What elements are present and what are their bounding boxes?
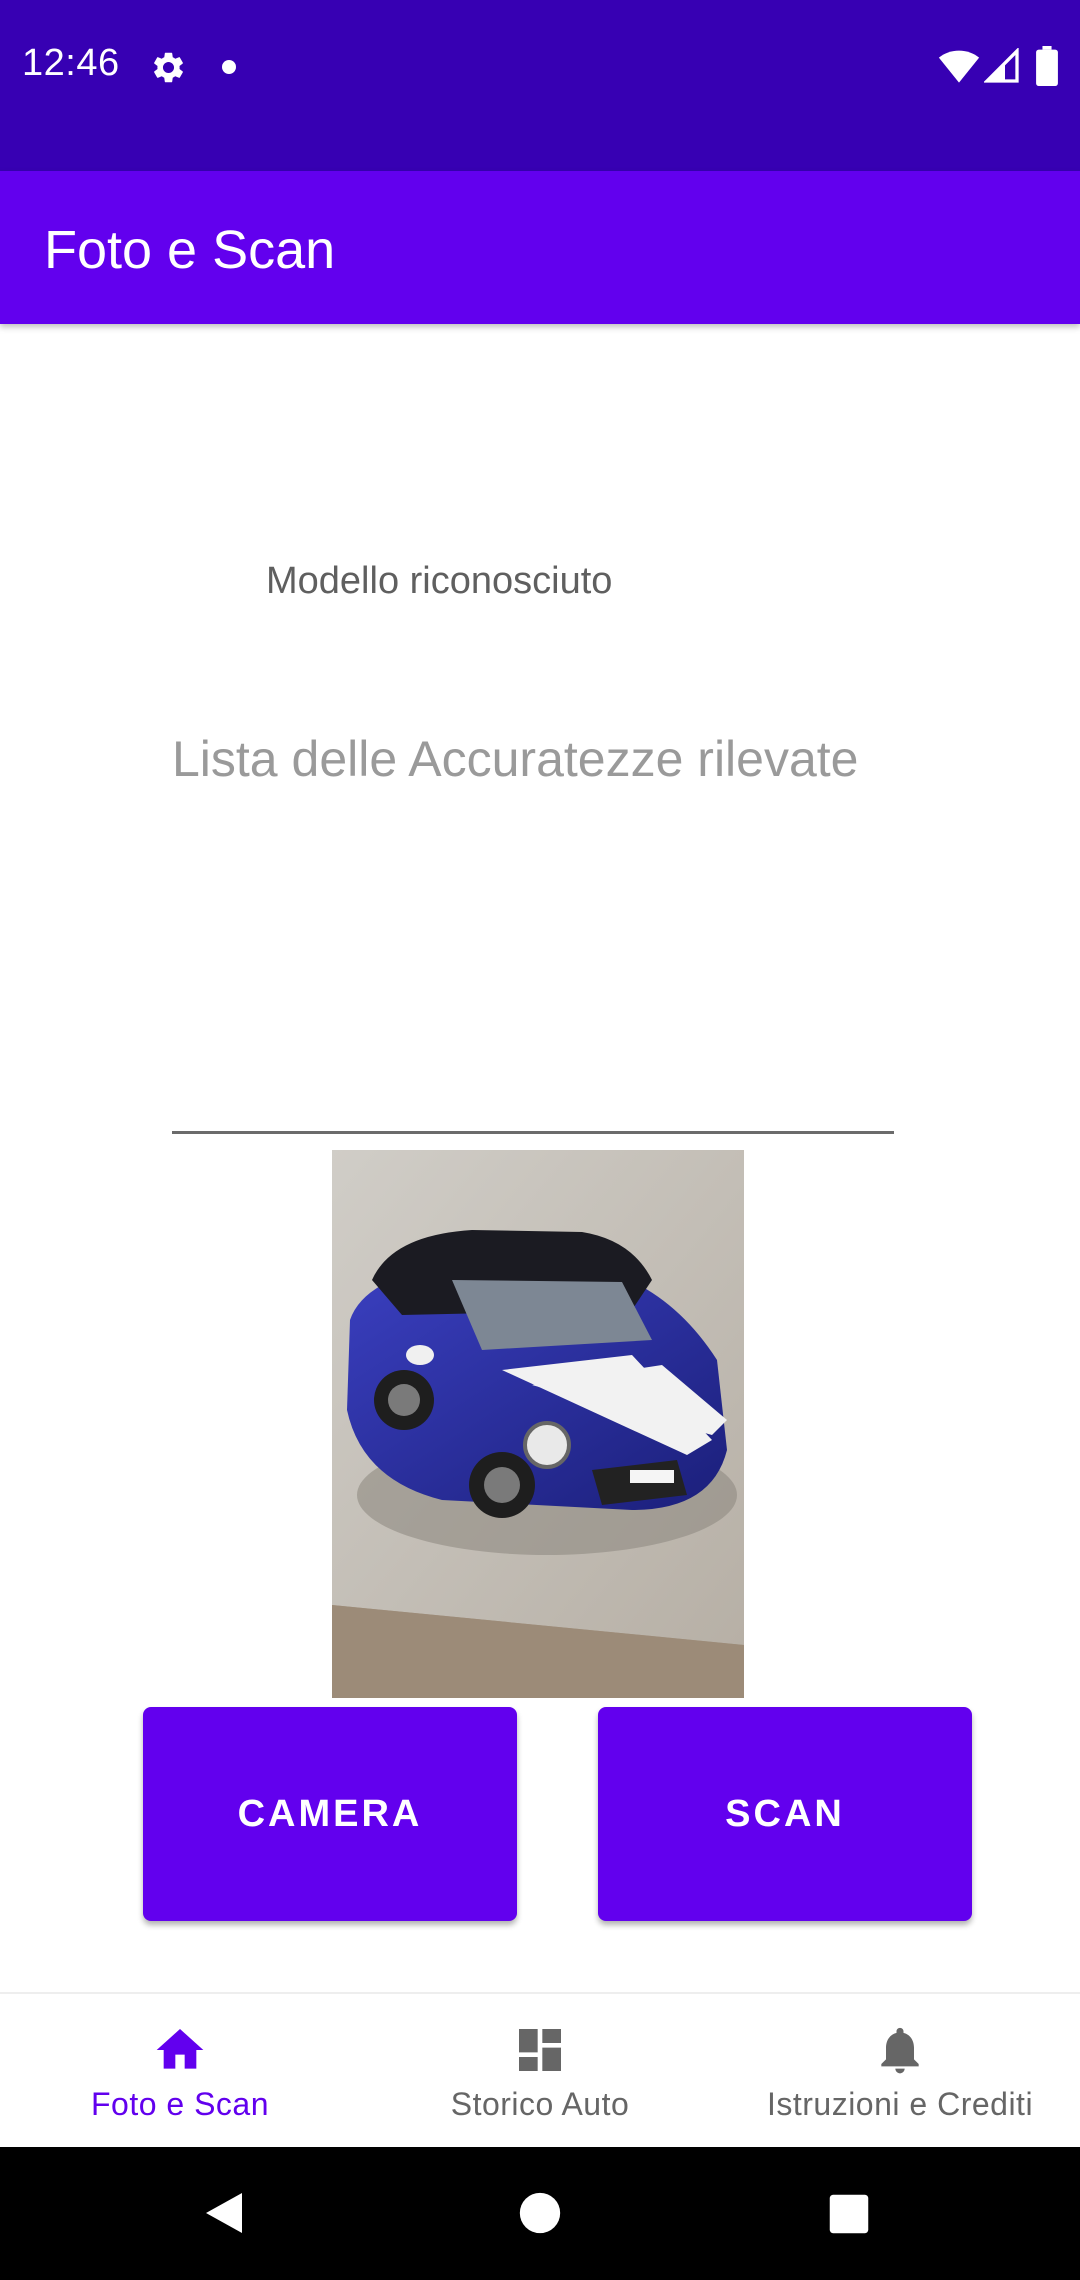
gear-icon: [154, 52, 183, 83]
home-circle-icon[interactable]: [518, 2191, 562, 2235]
status-time: 12:46: [22, 42, 120, 84]
accuracy-hint: Lista delle Accuratezze rilevate: [172, 731, 859, 787]
nav-item-foto-e-scan[interactable]: Foto e Scan: [0, 1994, 360, 2149]
signal-icon: [984, 48, 1019, 83]
model-label: Modello riconosciuto: [266, 560, 613, 602]
home-icon: [156, 2029, 204, 2069]
nav-label: Foto e Scan: [90, 2086, 270, 2122]
battery-icon: [1036, 46, 1058, 86]
dashboard-icon: [519, 2029, 561, 2071]
car-photo: [332, 1150, 744, 1698]
notification-dot-icon: [222, 60, 236, 74]
recents-icon[interactable]: [828, 2193, 870, 2235]
back-icon[interactable]: [200, 2189, 248, 2237]
nav-label: Istruzioni e Crediti: [766, 2086, 1034, 2122]
bottom-navigation: Foto e Scan Storico Auto Istruzioni e Cr…: [0, 1992, 1080, 2147]
scan-button[interactable]: SCAN: [598, 1707, 972, 1921]
nav-item-storico-auto[interactable]: Storico Auto: [360, 1994, 720, 2149]
accuracy-text-field[interactable]: Lista delle Accuratezze rilevate: [172, 730, 894, 1134]
app-bar: Foto e Scan: [0, 171, 1080, 324]
bell-icon: [881, 2027, 919, 2074]
camera-button[interactable]: CAMERA: [143, 1707, 517, 1921]
status-bar: 12:46: [0, 0, 1080, 171]
nav-label: Storico Auto: [450, 2086, 630, 2122]
page-title: Foto e Scan: [44, 220, 336, 280]
wifi-icon: [938, 50, 980, 83]
nav-item-istruzioni-e-crediti[interactable]: Istruzioni e Crediti: [720, 1994, 1080, 2149]
system-navigation-bar: [0, 2147, 1080, 2280]
